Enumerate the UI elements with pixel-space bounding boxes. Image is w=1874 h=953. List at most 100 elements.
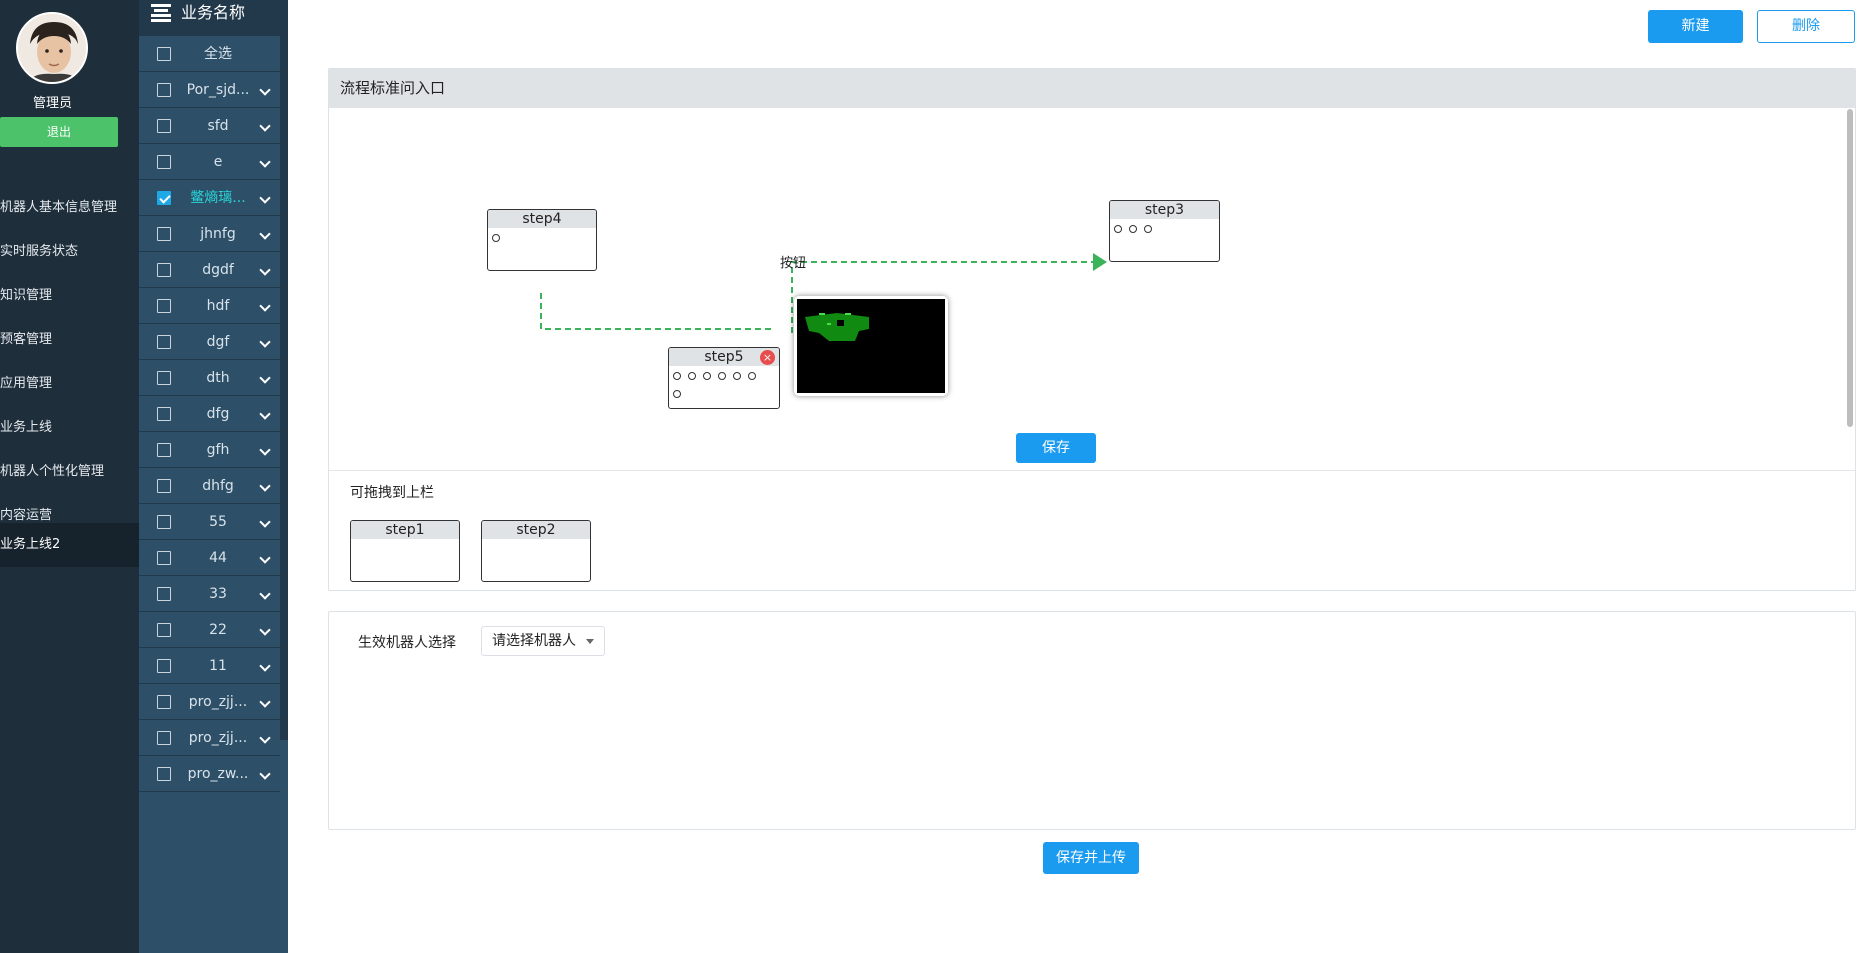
category-item[interactable]: 22: [139, 612, 280, 648]
port[interactable]: [733, 372, 741, 380]
nav-item-apps[interactable]: 应用管理: [0, 362, 139, 406]
category-checkbox[interactable]: [157, 551, 171, 565]
port[interactable]: [1114, 225, 1122, 233]
chevron-down-icon[interactable]: [259, 480, 271, 492]
chevron-down-icon[interactable]: [259, 696, 271, 708]
port[interactable]: [492, 234, 500, 242]
category-checkbox[interactable]: [157, 479, 171, 493]
port[interactable]: [718, 372, 726, 380]
category-checkbox[interactable]: [157, 587, 171, 601]
node-step3[interactable]: step3: [1109, 200, 1220, 262]
category-checkbox[interactable]: [157, 407, 171, 421]
category-item[interactable]: pro_zjj...: [139, 684, 280, 720]
robot-select[interactable]: 请选择机器人: [481, 626, 605, 656]
category-checkbox[interactable]: [157, 299, 171, 313]
edge-label[interactable]: 按钮: [780, 252, 806, 271]
category-item[interactable]: dhfg: [139, 468, 280, 504]
category-item[interactable]: hdf: [139, 288, 280, 324]
nav-item-knowledge[interactable]: 知识管理: [0, 274, 139, 318]
category-checkbox[interactable]: [157, 263, 171, 277]
chevron-down-icon[interactable]: [259, 732, 271, 744]
chevron-down-icon[interactable]: [259, 372, 271, 384]
port[interactable]: [673, 372, 681, 380]
chevron-down-icon[interactable]: [259, 228, 271, 240]
category-scrollbar[interactable]: [280, 0, 288, 740]
category-checkbox[interactable]: [157, 659, 171, 673]
category-checkbox[interactable]: [157, 515, 171, 529]
port[interactable]: [703, 372, 711, 380]
category-checkbox[interactable]: [157, 119, 171, 133]
port[interactable]: [1144, 225, 1152, 233]
category-select-all[interactable]: 全选: [139, 36, 280, 72]
nav-item-customer[interactable]: 预客管理: [0, 318, 139, 362]
chevron-down-icon[interactable]: [259, 588, 271, 600]
save-button[interactable]: 保存: [1016, 433, 1096, 463]
category-checkbox[interactable]: [157, 155, 171, 169]
category-checkbox[interactable]: [157, 335, 171, 349]
nav-item-business-online-2[interactable]: 业务上线2: [0, 523, 139, 567]
category-checkbox[interactable]: [157, 227, 171, 241]
chevron-down-icon[interactable]: [259, 264, 271, 276]
category-item[interactable]: gfh: [139, 432, 280, 468]
port[interactable]: [688, 372, 696, 380]
category-checkbox[interactable]: [157, 623, 171, 637]
category-checkbox[interactable]: [157, 191, 171, 205]
category-checkbox[interactable]: [157, 371, 171, 385]
category-item[interactable]: jhnfg: [139, 216, 280, 252]
category-item[interactable]: sfd: [139, 108, 280, 144]
chevron-down-icon[interactable]: [259, 156, 271, 168]
logout-button[interactable]: 退出: [0, 117, 118, 147]
chevron-down-icon[interactable]: [259, 408, 271, 420]
category-item[interactable]: dfg: [139, 396, 280, 432]
chevron-down-icon[interactable]: [259, 516, 271, 528]
port[interactable]: [1129, 225, 1137, 233]
nav-item-robot-info[interactable]: 机器人基本信息管理: [0, 186, 139, 230]
port[interactable]: [748, 372, 756, 380]
close-icon[interactable]: ×: [760, 350, 775, 365]
nav-item-robot-personalization[interactable]: 机器人个性化管理: [0, 450, 139, 494]
delete-button[interactable]: 删除: [1757, 10, 1855, 43]
flow-canvas[interactable]: step4 step3 step5 × 按钮 保存: [329, 108, 1845, 463]
save-upload-button[interactable]: 保存并上传: [1043, 842, 1139, 874]
category-item[interactable]: 33: [139, 576, 280, 612]
category-item[interactable]: pro_zw...: [139, 756, 280, 792]
chevron-down-icon[interactable]: [259, 768, 271, 780]
category-item[interactable]: 44: [139, 540, 280, 576]
category-item[interactable]: dth: [139, 360, 280, 396]
port[interactable]: [673, 390, 681, 398]
node-step4[interactable]: step4: [487, 209, 597, 271]
category-item[interactable]: Por_sjd...: [139, 72, 280, 108]
category-item[interactable]: e: [139, 144, 280, 180]
chevron-down-icon[interactable]: [259, 84, 271, 96]
category-checkbox[interactable]: [157, 47, 171, 61]
category-item[interactable]: dgf: [139, 324, 280, 360]
chevron-down-icon[interactable]: [259, 120, 271, 132]
category-checkbox[interactable]: [157, 443, 171, 457]
chevron-down-icon[interactable]: [259, 336, 271, 348]
palette-node-step2[interactable]: step2: [481, 520, 591, 582]
chevron-down-icon[interactable]: [259, 192, 271, 204]
category-checkbox[interactable]: [157, 731, 171, 745]
nav-item-business-online[interactable]: 业务上线: [0, 406, 139, 450]
chevron-down-icon[interactable]: [259, 444, 271, 456]
chevron-down-icon[interactable]: [259, 552, 271, 564]
category-checkbox[interactable]: [157, 767, 171, 781]
node-step5[interactable]: step5 ×: [668, 347, 780, 409]
canvas-scrollbar[interactable]: [1847, 109, 1853, 427]
chevron-down-icon[interactable]: [259, 624, 271, 636]
avatar: [16, 12, 88, 84]
category-label: hdf: [206, 298, 230, 314]
category-item[interactable]: 55: [139, 504, 280, 540]
new-button[interactable]: 新建: [1648, 10, 1743, 43]
category-item[interactable]: 11: [139, 648, 280, 684]
category-checkbox[interactable]: [157, 695, 171, 709]
chevron-down-icon[interactable]: [259, 300, 271, 312]
category-item[interactable]: pro_zjj...: [139, 720, 280, 756]
category-item[interactable]: 鳖熵璃...: [139, 180, 280, 216]
chevron-down-icon[interactable]: [259, 660, 271, 672]
palette-node-step1[interactable]: step1: [350, 520, 460, 582]
node-title: step3: [1110, 201, 1219, 219]
category-checkbox[interactable]: [157, 83, 171, 97]
category-item[interactable]: dgdf: [139, 252, 280, 288]
nav-item-realtime-status[interactable]: 实时服务状态: [0, 230, 139, 274]
